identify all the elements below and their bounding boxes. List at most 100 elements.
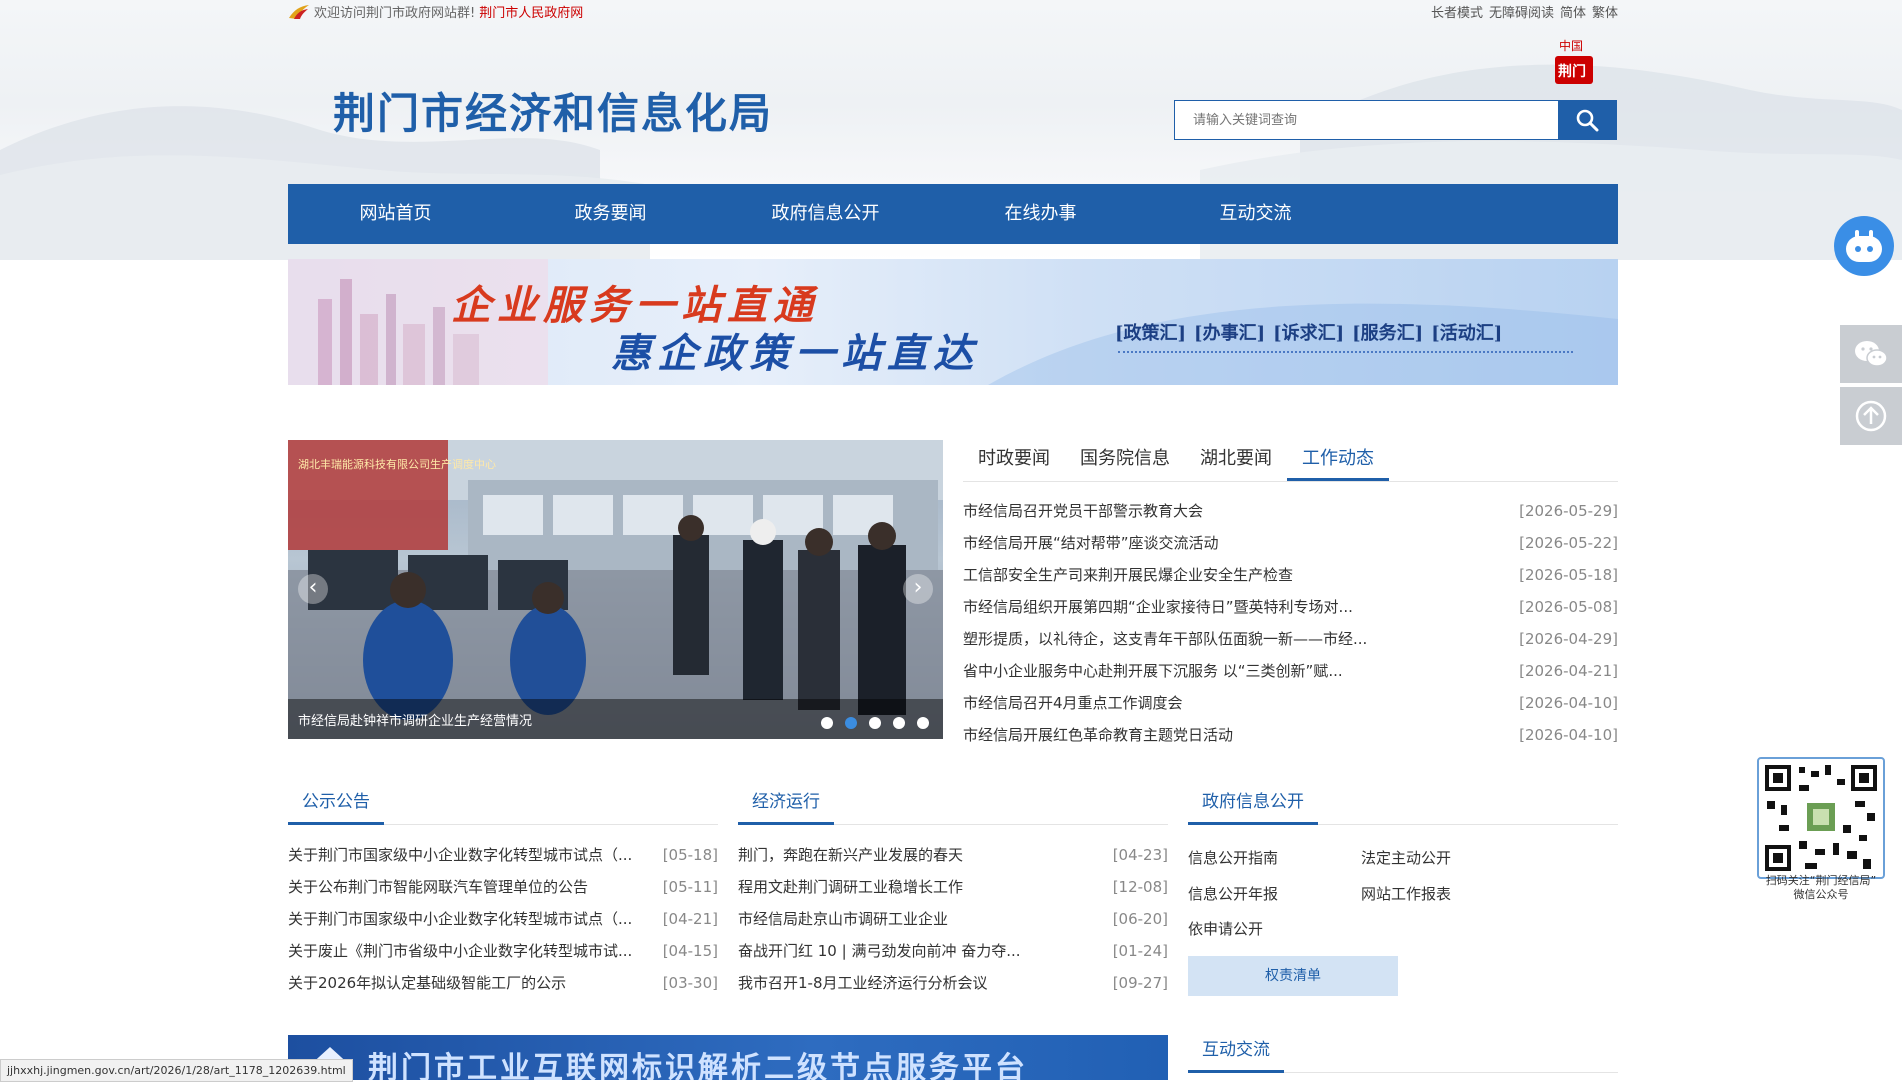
list-item[interactable]: 关于荆门市国家级中小企业数字化转型城市试点（... [05-18]	[288, 842, 718, 874]
carousel-dot[interactable]	[893, 717, 905, 729]
power-list-button[interactable]: 权责清单	[1188, 956, 1398, 996]
list-item[interactable]: 关于公布荆门市智能网联汽车管理单位的公告 [05-11]	[288, 874, 718, 906]
info-guide-link[interactable]: 信息公开指南	[1188, 847, 1278, 868]
traditional-link[interactable]: 繁体	[1592, 2, 1618, 21]
notice-title[interactable]: 关于荆门市国家级中小企业数字化转型城市试点（...	[288, 842, 632, 874]
gov-site-link[interactable]: 荆门市人民政府网	[479, 2, 583, 21]
banner-tag-appeals[interactable]: [诉求汇]	[1273, 319, 1344, 345]
economy-title[interactable]: 程用文赴荆门调研工业稳增长工作	[738, 874, 963, 906]
economy-title[interactable]: 我市召开1-8月工业经济运行分析会议	[738, 970, 988, 1002]
economy-title[interactable]: 奋战开门红 10 | 满弓劲发向前冲 奋力夺...	[738, 938, 1021, 970]
list-item[interactable]: 我市召开1-8月工业经济运行分析会议 [09-27]	[738, 970, 1168, 1002]
notice-date: [04-15]	[662, 942, 718, 960]
list-item[interactable]: 塑形提质，以礼待企，这支青年干部队伍面貌一新——市经... [2026-04-29…	[963, 626, 1618, 658]
news-date: [2026-04-10]	[1519, 726, 1618, 744]
list-item[interactable]: 市经信局组织开展第四期“企业家接待日”暨英特利专场对... [2026-05-08…	[963, 594, 1618, 626]
notice-date: [05-11]	[662, 878, 718, 896]
notice-list: 关于荆门市国家级中小企业数字化转型城市试点（... [05-18] 关于公布荆门市…	[288, 842, 718, 1002]
carousel-dot[interactable]	[821, 717, 833, 729]
platform-banner-text: 荆门市工业互联网标识解析二级节点服务平台	[368, 1051, 1028, 1080]
carousel-dot[interactable]	[869, 717, 881, 729]
nav-online-service[interactable]: 在线办事	[933, 184, 1148, 244]
banner-tag-services[interactable]: [服务汇]	[1352, 319, 1423, 345]
economy-title[interactable]: 荆门，奔跑在新兴产业发展的春天	[738, 842, 963, 874]
news-title[interactable]: 工信部安全生产司来荆开展民爆企业安全生产检查	[963, 562, 1293, 594]
carousel-next-button[interactable]: ›	[903, 574, 933, 604]
site-title: 荆门市经济和信息化局	[333, 89, 774, 138]
list-item[interactable]: 关于废止《荆门市省级中小企业数字化转型城市试... [04-15]	[288, 938, 718, 970]
nav-info-disclosure[interactable]: 政府信息公开	[718, 184, 933, 244]
list-item[interactable]: 奋战开门红 10 | 满弓劲发向前冲 奋力夺... [01-24]	[738, 938, 1168, 970]
gov-info-section-title[interactable]: 政府信息公开	[1188, 782, 1318, 825]
list-item[interactable]: 省中小企业服务中心赴荆开展下沉服务 以“三类创新”赋... [2026-04-21…	[963, 658, 1618, 690]
news-title[interactable]: 省中小企业服务中心赴荆开展下沉服务 以“三类创新”赋...	[963, 658, 1343, 690]
banner-divider	[1118, 351, 1573, 353]
list-item[interactable]: 工信部安全生产司来荆开展民爆企业安全生产检查 [2026-05-18]	[963, 562, 1618, 594]
list-item[interactable]: 关于2026年拟认定基础级智能工厂的公示 [03-30]	[288, 970, 718, 1002]
wechat-float-button[interactable]	[1840, 325, 1902, 383]
banner-tag-affairs[interactable]: [办事汇]	[1194, 319, 1265, 345]
back-to-top-button[interactable]	[1840, 387, 1902, 445]
economy-date: [01-24]	[1112, 942, 1168, 960]
active-disclosure-link[interactable]: 法定主动公开	[1361, 847, 1451, 868]
news-date: [2026-05-08]	[1519, 598, 1618, 616]
list-item[interactable]: 市经信局开展红色革命教育主题党日活动 [2026-04-10]	[963, 722, 1618, 754]
banner-tag-activities[interactable]: [活动汇]	[1431, 319, 1502, 345]
news-title[interactable]: 塑形提质，以礼待企，这支青年干部队伍面貌一新——市经...	[963, 626, 1367, 658]
news-tabs: 时政要闻 国务院信息 湖北要闻 工作动态	[963, 440, 1618, 482]
notice-title[interactable]: 关于废止《荆门市省级中小企业数字化转型城市试...	[288, 938, 632, 970]
tab-hubei-news[interactable]: 湖北要闻	[1185, 440, 1287, 481]
interaction-section-title[interactable]: 互动交流	[1188, 1030, 1284, 1073]
simplified-link[interactable]: 简体	[1560, 2, 1586, 21]
annual-report-link[interactable]: 信息公开年报	[1188, 883, 1278, 904]
enterprise-service-banner[interactable]: 企业服务一站直通 惠企政策一站直达 [政策汇] [办事汇] [诉求汇] [服务汇…	[288, 259, 1618, 385]
search-input[interactable]	[1175, 101, 1558, 139]
nav-gov-news[interactable]: 政务要闻	[503, 184, 718, 244]
news-carousel[interactable]: 湖北丰瑞能源科技有限公司生产调度中心 ‹ › 市经信局赴钟祥市调研企业生产经营情…	[288, 440, 943, 739]
notice-title[interactable]: 关于公布荆门市智能网联汽车管理单位的公告	[288, 874, 588, 906]
news-title[interactable]: 市经信局召开党员干部警示教育大会	[963, 498, 1203, 530]
banner-tag-policy[interactable]: [政策汇]	[1115, 319, 1186, 345]
carousel-dot[interactable]	[917, 717, 929, 729]
news-title[interactable]: 市经信局开展红色革命教育主题党日活动	[963, 722, 1233, 754]
notice-title[interactable]: 关于荆门市国家级中小企业数字化转型城市试点（...	[288, 906, 632, 938]
news-title[interactable]: 市经信局开展“结对帮带”座谈交流活动	[963, 530, 1219, 562]
news-date: [2026-05-29]	[1519, 502, 1618, 520]
tab-current-affairs[interactable]: 时政要闻	[963, 440, 1065, 481]
carousel-dot-active[interactable]	[845, 717, 857, 729]
carousel-caption[interactable]: 市经信局赴钟祥市调研企业生产经营情况	[298, 710, 532, 729]
photo-sign-text: 湖北丰瑞能源科技有限公司生产调度中心	[298, 457, 496, 471]
news-title[interactable]: 市经信局召开4月重点工作调度会	[963, 690, 1183, 722]
tab-state-council[interactable]: 国务院信息	[1065, 440, 1185, 481]
ai-assistant-button[interactable]	[1834, 216, 1894, 276]
qr-caption: 扫码关注“荆门经信局” 微信公众号	[1745, 874, 1897, 902]
list-item[interactable]: 市经信局召开4月重点工作调度会 [2026-04-10]	[963, 690, 1618, 722]
news-title[interactable]: 市经信局组织开展第四期“企业家接待日”暨英特利专场对...	[963, 594, 1353, 626]
economy-section-title[interactable]: 经济运行	[738, 782, 834, 825]
website-report-link[interactable]: 网站工作报表	[1361, 883, 1451, 904]
list-item[interactable]: 市经信局赴京山市调研工业企业 [06-20]	[738, 906, 1168, 938]
list-item[interactable]: 程用文赴荆门调研工业稳增长工作 [12-08]	[738, 874, 1168, 906]
elder-mode-link[interactable]: 长者模式	[1431, 2, 1483, 21]
qr-code-icon	[1765, 765, 1877, 871]
banner-tags: [政策汇] [办事汇] [诉求汇] [服务汇] [活动汇]	[1115, 319, 1502, 345]
tab-work-updates[interactable]: 工作动态	[1287, 440, 1389, 481]
arrow-up-icon	[1855, 400, 1887, 432]
news-date: [2026-04-10]	[1519, 694, 1618, 712]
economy-date: [12-08]	[1112, 878, 1168, 896]
list-item[interactable]: 关于荆门市国家级中小企业数字化转型城市试点（... [04-21]	[288, 906, 718, 938]
nav-interaction[interactable]: 互动交流	[1148, 184, 1363, 244]
nav-home[interactable]: 网站首页	[288, 184, 503, 244]
list-item[interactable]: 荆门，奔跑在新兴产业发展的春天 [04-23]	[738, 842, 1168, 874]
accessible-reading-link[interactable]: 无障碍阅读	[1489, 2, 1554, 21]
search-button[interactable]	[1558, 101, 1616, 139]
list-item[interactable]: 市经信局召开党员干部警示教育大会 [2026-05-29]	[963, 498, 1618, 530]
request-disclosure-link[interactable]: 依申请公开	[1188, 918, 1263, 939]
notice-section-title[interactable]: 公示公告	[288, 782, 384, 825]
carousel-prev-button[interactable]: ‹	[298, 574, 328, 604]
notice-title[interactable]: 关于2026年拟认定基础级智能工厂的公示	[288, 970, 566, 1002]
list-item[interactable]: 市经信局开展“结对帮带”座谈交流活动 [2026-05-22]	[963, 530, 1618, 562]
industrial-internet-banner[interactable]: 荆门市工业互联网标识解析二级节点服务平台	[288, 1035, 1168, 1080]
status-bar-url: jjhxxhj.jingmen.gov.cn/art/2026/1/28/art…	[0, 1059, 353, 1082]
economy-title[interactable]: 市经信局赴京山市调研工业企业	[738, 906, 948, 938]
